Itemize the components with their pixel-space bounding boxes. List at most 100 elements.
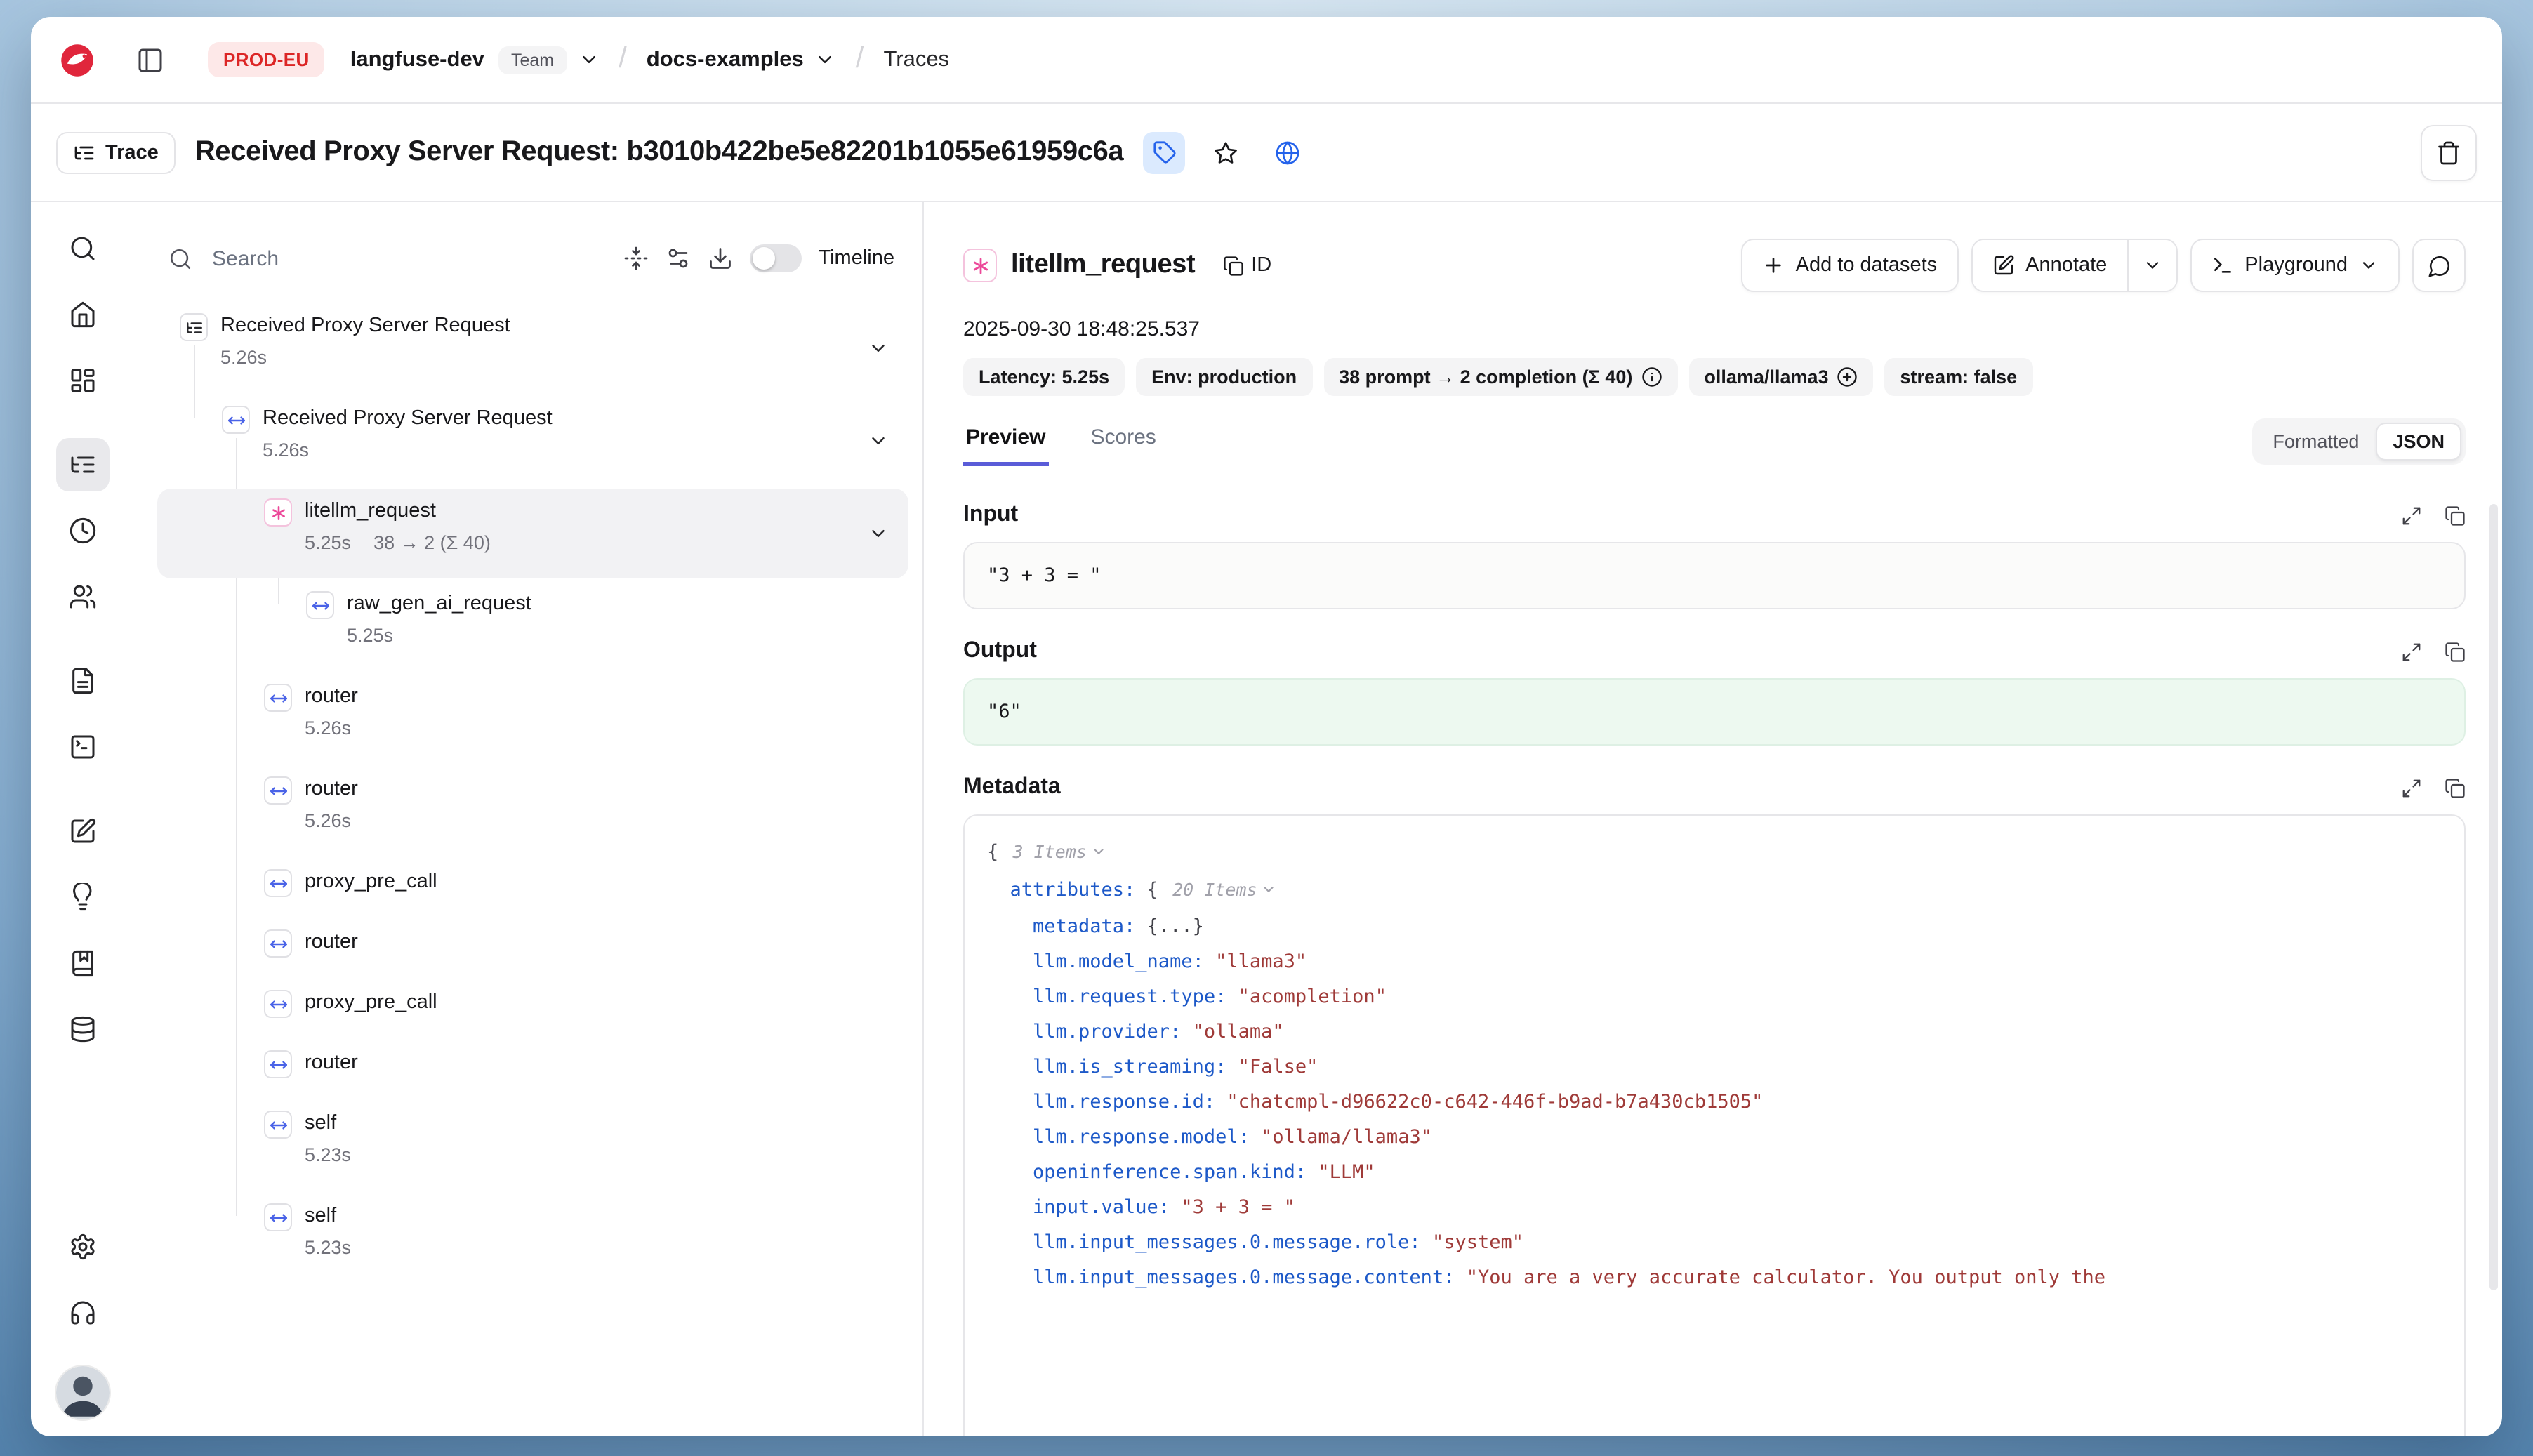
home-icon[interactable]: [56, 288, 110, 341]
breadcrumb-separator: /: [619, 41, 627, 75]
output-content: "6": [963, 678, 2466, 746]
json-line: llm.response.model: "ollama/llama3": [987, 1120, 2442, 1156]
tab-scores[interactable]: Scores: [1087, 425, 1158, 466]
tree-item-label: router: [305, 1049, 358, 1077]
tree-item[interactable]: self5.23s: [157, 1193, 908, 1283]
search-icon: [168, 246, 192, 270]
tab-preview[interactable]: Preview: [963, 425, 1048, 466]
sessions-clock-icon[interactable]: [56, 504, 110, 557]
download-icon[interactable]: [707, 246, 732, 271]
chevron-down-icon: [2142, 256, 2162, 275]
tree-item-meta: 5.25s: [347, 622, 531, 649]
json-line: llm.model_name: "llama3": [987, 945, 2442, 980]
tree-item[interactable]: router5.26s: [157, 767, 908, 856]
tree-item[interactable]: router: [157, 1040, 908, 1098]
users-icon[interactable]: [56, 570, 110, 623]
chevron-down-icon[interactable]: [868, 523, 889, 544]
collapse-node-icon[interactable]: [1262, 875, 1277, 910]
annotate-button[interactable]: Annotate: [1972, 240, 2127, 291]
trace-badge-label: Trace: [105, 141, 159, 164]
langfuse-logo-icon[interactable]: [59, 41, 95, 78]
output-section: Output "6": [963, 639, 2466, 746]
json-line: llm.request.type: "acompletion": [987, 980, 2442, 1015]
star-icon[interactable]: [1205, 131, 1247, 173]
tree-item-meta: 5.25s38 → 2 (Σ 40): [305, 529, 491, 556]
annotate-dropdown-chevron[interactable]: [2127, 240, 2176, 291]
globe-icon[interactable]: [1266, 131, 1309, 173]
span-icon: [264, 684, 292, 712]
tree-settings-icon[interactable]: [665, 246, 690, 271]
copy-icon[interactable]: [2445, 641, 2466, 662]
tree-item[interactable]: litellm_request5.25s38 → 2 (Σ 40): [157, 489, 908, 578]
comment-bubble-icon: [2427, 253, 2451, 277]
view-toggle-json[interactable]: JSON: [2376, 423, 2461, 461]
collapse-observations-icon[interactable]: [623, 246, 648, 271]
project-name[interactable]: docs-examples: [647, 47, 804, 72]
scrollbar[interactable]: [2489, 504, 2498, 1290]
chevron-down-icon[interactable]: [868, 338, 889, 359]
annotation-square-pen-icon[interactable]: [56, 805, 110, 858]
view-toggle-formatted[interactable]: Formatted: [2256, 423, 2376, 461]
timeline-toggle[interactable]: [749, 244, 801, 272]
json-line: llm.provider: "ollama": [987, 1015, 2442, 1050]
chevron-down-icon[interactable]: [815, 49, 836, 70]
metric-badge: Env: production: [1136, 358, 1312, 396]
copy-icon[interactable]: [2445, 505, 2466, 526]
tree-item[interactable]: router5.26s: [157, 674, 908, 764]
tree-item[interactable]: raw_gen_ai_request5.25s: [157, 581, 908, 671]
playground-button[interactable]: Playground: [2190, 239, 2400, 292]
tag-icon[interactable]: [1143, 131, 1185, 173]
app-window: PROD-EU langfuse-dev Team / docs-example…: [31, 17, 2502, 1436]
info-icon[interactable]: [1641, 366, 1662, 388]
support-headset-icon[interactable]: [56, 1286, 110, 1339]
chevron-down-icon[interactable]: [868, 430, 889, 451]
tree-item[interactable]: proxy_pre_call: [157, 980, 908, 1038]
delete-trace-button[interactable]: [2421, 124, 2477, 180]
span-icon: [264, 1203, 292, 1231]
trace-type-badge[interactable]: Trace: [56, 131, 176, 173]
desktop-background: PROD-EU langfuse-dev Team / docs-example…: [0, 0, 2533, 1456]
copy-icon[interactable]: [2445, 777, 2466, 798]
evaluation-lightbulb-icon[interactable]: [56, 871, 110, 924]
observation-timestamp: 2025-09-30 18:48:25.537: [963, 317, 2466, 341]
datasets-database-icon[interactable]: [56, 1002, 110, 1056]
comment-button[interactable]: [2412, 239, 2466, 292]
tree-item[interactable]: Received Proxy Server Request5.26s: [157, 303, 908, 393]
playground-terminal-icon[interactable]: [56, 720, 110, 774]
tracing-icon[interactable]: [56, 438, 110, 491]
sidebar-toggle-icon[interactable]: [126, 36, 174, 84]
user-avatar[interactable]: [56, 1366, 110, 1419]
tree-item[interactable]: proxy_pre_call: [157, 859, 908, 917]
add-to-datasets-button[interactable]: Add to datasets: [1741, 239, 1959, 292]
search-icon[interactable]: [56, 222, 110, 275]
tree-item-meta: 5.23s: [305, 1141, 351, 1168]
app-sidebar: [31, 202, 135, 1436]
tree-item-label: self: [305, 1202, 351, 1230]
expand-icon[interactable]: [2401, 505, 2422, 526]
metric-badge: 38 prompt → 2 completion (Σ 40): [1323, 358, 1677, 396]
dashboards-icon[interactable]: [56, 354, 110, 407]
expand-icon[interactable]: [2401, 777, 2422, 798]
tree-item[interactable]: router: [157, 920, 908, 977]
circle-plus-icon[interactable]: [1837, 366, 1858, 388]
tree-item-label: Received Proxy Server Request: [220, 312, 510, 340]
tree-item[interactable]: Received Proxy Server Request5.26s: [157, 396, 908, 486]
tree-search-input[interactable]: [209, 245, 606, 272]
expand-icon[interactable]: [2401, 641, 2422, 662]
org-name[interactable]: langfuse-dev: [350, 47, 484, 72]
tree-item[interactable]: self5.23s: [157, 1101, 908, 1191]
prompts-file-icon[interactable]: [56, 654, 110, 708]
copy-id-button[interactable]: ID: [1215, 253, 1280, 278]
library-book-icon[interactable]: [56, 937, 110, 990]
collapse-node-icon[interactable]: [1091, 837, 1106, 872]
span-icon: [264, 990, 292, 1018]
annotate-split-button: Annotate: [1971, 239, 2177, 292]
metric-badge: Latency: 5.25s: [963, 358, 1125, 396]
chevron-down-icon[interactable]: [578, 49, 599, 70]
breadcrumb-traces[interactable]: Traces: [883, 47, 949, 72]
settings-gear-icon[interactable]: [56, 1220, 110, 1273]
json-line: { 3 Items: [987, 834, 2442, 872]
span-icon: [264, 1050, 292, 1078]
trace-icon: [180, 313, 208, 341]
environment-badge[interactable]: PROD-EU: [208, 42, 325, 77]
